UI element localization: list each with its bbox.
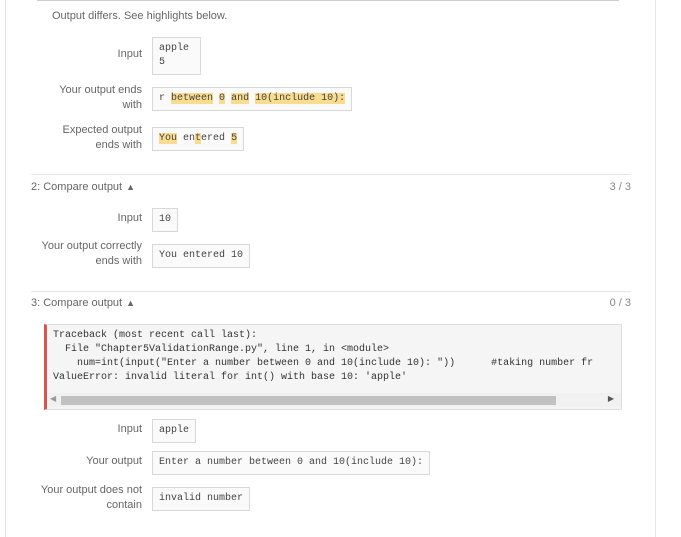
section-divider <box>31 291 631 292</box>
scroll-right-arrow-icon[interactable]: ▶ <box>608 394 614 403</box>
input-label: Input <box>117 48 142 60</box>
traceback-box[interactable]: Traceback (most recent call last): File … <box>44 324 622 410</box>
section-2-toggle[interactable]: 2: Compare output ▲ <box>31 181 135 193</box>
your-output-label: Your output ends with <box>59 84 142 111</box>
highlighted-diff-text: 5 <box>231 133 238 144</box>
chevron-up-icon: ▲ <box>126 182 136 192</box>
diff-message: Output differs. See highlights below. <box>52 10 228 22</box>
diff-text: en <box>177 133 196 144</box>
chevron-up-icon: ▲ <box>126 298 136 308</box>
scroll-left-arrow-icon[interactable]: ◀ <box>50 394 56 403</box>
input-value-box: apple <box>152 419 197 443</box>
your-output-label: Your output <box>86 455 142 467</box>
diff-text: ered <box>201 133 232 144</box>
input-line: apple <box>159 43 190 54</box>
not-contain-box: invalid number <box>152 487 251 511</box>
expected-output-label: Expected output ends with <box>62 124 142 151</box>
section-2-score: 3 / 3 <box>609 181 631 193</box>
highlighted-diff-text: 10(include 10): <box>255 93 346 104</box>
input-label: Input <box>117 423 142 435</box>
section-3-score: 0 / 3 <box>609 297 631 309</box>
divider <box>37 0 619 1</box>
section-3-toggle[interactable]: 3: Compare output ▲ <box>31 297 135 309</box>
highlighted-diff-text: You <box>159 133 178 144</box>
section-divider <box>31 174 631 175</box>
your-output-box: r between 0 and 10(include 10): <box>152 87 353 111</box>
input-line: 5 <box>159 57 166 68</box>
your-output-box: Enter a number between 0 and 10(include … <box>152 451 431 475</box>
not-contain-label: Your output does not contain <box>40 484 142 511</box>
highlighted-diff-text: between <box>171 93 214 104</box>
input-value-box: 10 <box>152 208 179 232</box>
horizontal-scrollbar[interactable]: ◀ ▶ <box>47 393 621 407</box>
scrollbar-thumb[interactable] <box>61 396 556 405</box>
input-value-box: apple 5 <box>152 37 201 75</box>
input-label: Input <box>117 212 142 224</box>
your-output-box: You entered 10 <box>152 244 251 268</box>
expected-output-box: You entered 5 <box>152 127 245 151</box>
highlighted-diff-text: and <box>231 93 250 104</box>
traceback-text: Traceback (most recent call last): File … <box>53 330 594 383</box>
your-output-label: Your output correctly ends with <box>41 240 142 267</box>
diff-text: r <box>159 93 172 104</box>
